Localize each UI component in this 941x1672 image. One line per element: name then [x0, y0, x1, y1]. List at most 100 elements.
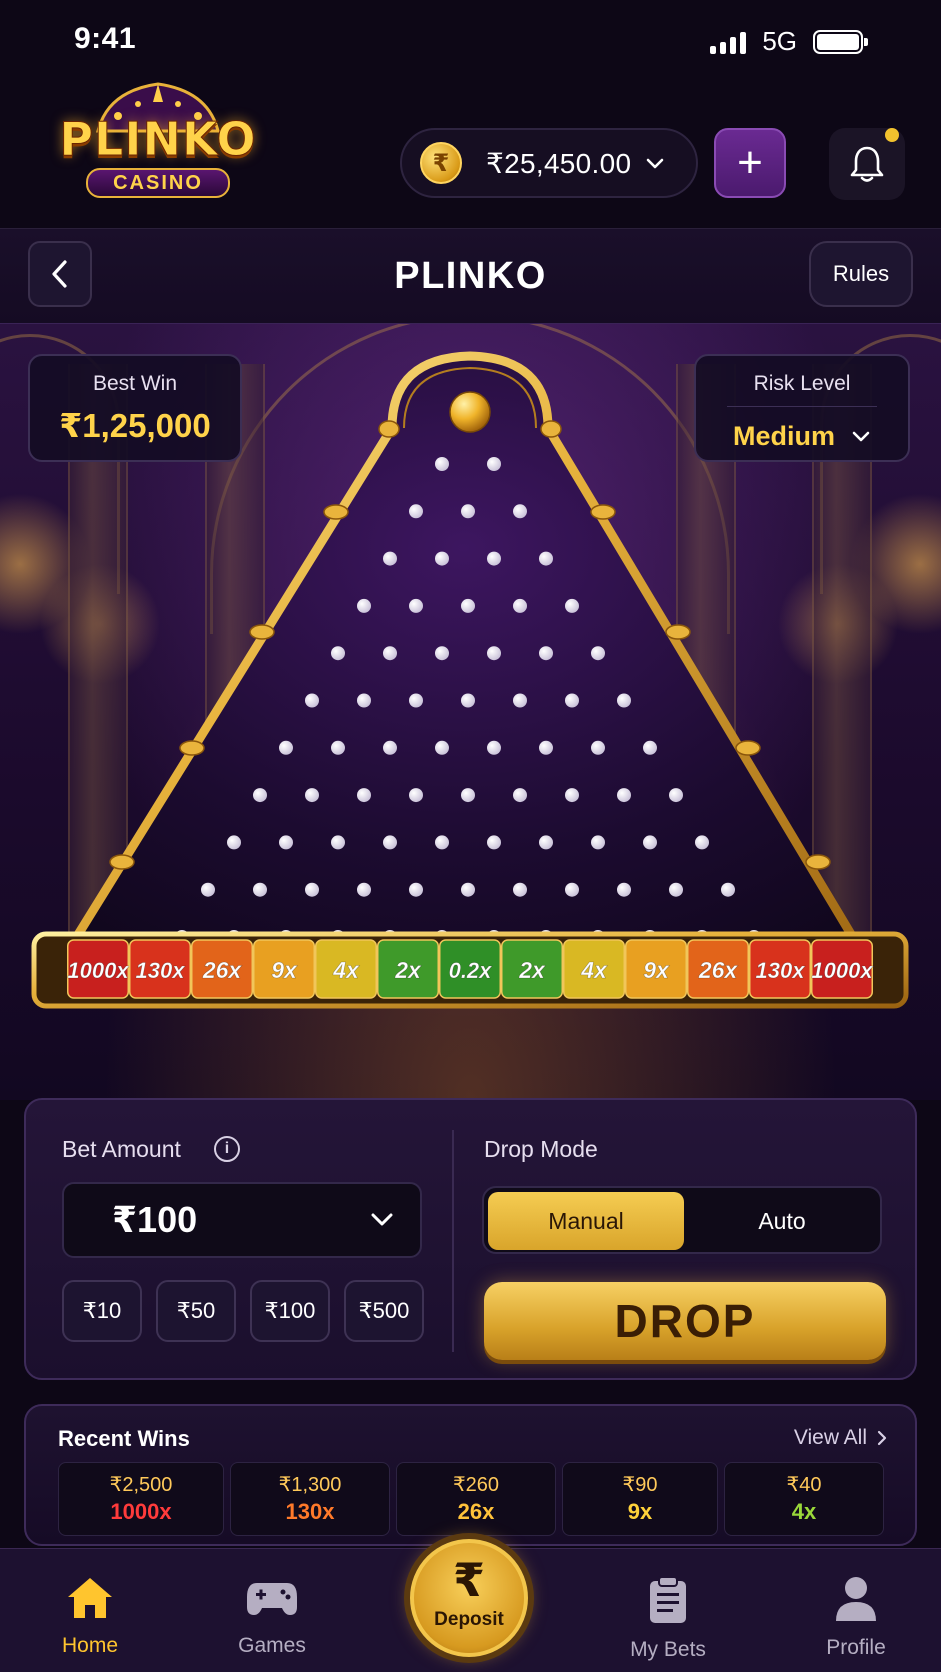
win-amount: ₹90	[622, 1474, 658, 1496]
peg	[617, 882, 631, 897]
slot-multiplier-label: 4x	[580, 957, 608, 983]
multiplier-slot: 9x	[625, 939, 687, 999]
bet-chip-100[interactable]: ₹100	[250, 1280, 330, 1342]
peg	[721, 882, 735, 897]
peg	[461, 882, 475, 897]
gamepad-icon	[247, 1583, 297, 1615]
peg	[331, 835, 345, 850]
win-amount: ₹260	[452, 1474, 500, 1496]
peg	[227, 835, 241, 850]
peg	[201, 882, 215, 897]
peg	[331, 740, 345, 755]
drop-mode-toggle: Manual Auto	[482, 1186, 882, 1254]
logo-title: PLINKO	[59, 112, 257, 167]
home-icon	[68, 1578, 112, 1618]
coin-icon: ₹	[420, 142, 462, 184]
bet-amount-select[interactable]: ₹100	[62, 1182, 422, 1258]
multiplier-slot: 4x	[563, 939, 625, 999]
peg	[565, 598, 579, 613]
recent-wins-panel: Recent Wins View All ₹2,500 1000x ₹1,300…	[24, 1404, 917, 1546]
page-title: PLINKO	[394, 255, 547, 297]
plinko-ball	[449, 391, 491, 433]
peg	[539, 646, 553, 661]
balance-selector[interactable]: ₹ ₹25,450.00	[400, 128, 698, 198]
game-board-area: 1000x 130x 26x 9x 4x 2x 0.2x 2x 4x 9x 26x 130x 1000x…	[0, 324, 941, 1100]
drop-mode-label: Drop Mode	[484, 1136, 598, 1162]
win-amount: ₹1,300	[278, 1474, 342, 1496]
info-icon[interactable]: i	[214, 1136, 240, 1162]
risk-level-label: Risk Level	[753, 372, 851, 395]
peg	[461, 693, 475, 708]
risk-level-text: Medium	[732, 421, 835, 451]
risk-level-selector[interactable]: Risk Level Medium	[694, 354, 910, 462]
recent-win-card: ₹40 4x	[724, 1462, 884, 1536]
plinko-casino-logo: PLINKO CASINO	[48, 72, 268, 212]
slot-multiplier-label: 2x	[394, 957, 422, 983]
peg	[461, 788, 475, 803]
win-multiplier: 4x	[791, 1499, 817, 1524]
nav-games-label: Games	[238, 1634, 306, 1657]
peg	[487, 835, 501, 850]
peg	[253, 882, 267, 897]
bet-panel: Bet Amount i ₹100 ₹10 ₹50 ₹100 ₹500 Drop…	[24, 1098, 917, 1380]
bet-chip-10[interactable]: ₹10	[62, 1280, 142, 1342]
nav-home[interactable]: Home	[30, 1575, 150, 1658]
multiplier-slot: 9x	[253, 939, 315, 999]
slot-multiplier-label: 26x	[698, 957, 739, 983]
mode-auto-button[interactable]: Auto	[684, 1192, 880, 1250]
rules-button[interactable]: Rules	[809, 241, 913, 307]
slot-multiplier-label: 26x	[202, 957, 243, 983]
win-multiplier: 1000x	[110, 1499, 172, 1524]
best-win-card: Best Win ₹1,25,000	[28, 354, 242, 462]
peg	[435, 551, 449, 566]
deposit-button[interactable]: ₹ Deposit	[410, 1539, 528, 1657]
peg	[461, 598, 475, 613]
add-funds-button[interactable]: +	[714, 128, 786, 198]
bet-amount-label: Bet Amount	[62, 1136, 181, 1162]
slot-multiplier-label: 4x	[332, 957, 360, 983]
bet-amount-value: ₹100	[112, 1199, 198, 1240]
mode-manual-button[interactable]: Manual	[488, 1192, 684, 1250]
notifications-button[interactable]	[829, 128, 905, 200]
peg	[513, 598, 527, 613]
nav-my-bets[interactable]: My Bets	[608, 1575, 728, 1662]
chevron-down-icon	[647, 158, 664, 169]
peg	[617, 788, 631, 803]
peg	[279, 740, 293, 755]
notification-dot	[885, 128, 899, 142]
best-win-value: ₹1,25,000	[59, 407, 211, 444]
drop-button[interactable]: DROP	[484, 1282, 886, 1360]
peg	[565, 788, 579, 803]
chevron-down-icon	[371, 1213, 393, 1226]
recent-win-card: ₹90 9x	[562, 1462, 718, 1536]
panel-divider	[452, 1130, 454, 1352]
peg	[513, 504, 527, 519]
peg	[357, 598, 371, 613]
bet-chip-500[interactable]: ₹500	[344, 1280, 424, 1342]
title-bar: PLINKO Rules	[0, 228, 941, 324]
logo-subtitle: CASINO	[86, 168, 230, 198]
win-multiplier: 130x	[285, 1499, 335, 1524]
peg	[357, 788, 371, 803]
clipboard-icon	[650, 1576, 686, 1623]
peg	[487, 551, 501, 566]
best-win-label: Best Win	[92, 372, 178, 395]
peg	[669, 788, 683, 803]
recent-wins-title: Recent Wins	[58, 1426, 190, 1451]
rupee-icon: ₹	[452, 1554, 485, 1606]
multiplier-slot: 2x	[377, 939, 439, 999]
balance-amount: ₹25,450.00	[486, 147, 632, 179]
peg	[357, 882, 371, 897]
nav-profile-label: Profile	[826, 1636, 886, 1659]
peg	[487, 457, 501, 471]
nav-profile[interactable]: Profile	[796, 1575, 916, 1660]
peg	[643, 835, 657, 850]
peg	[383, 740, 397, 755]
slot-multiplier-label: 2x	[518, 957, 546, 983]
peg	[383, 551, 397, 566]
view-all-link[interactable]: View All	[794, 1426, 887, 1450]
bet-chip-50[interactable]: ₹50	[156, 1280, 236, 1342]
deposit-label: Deposit	[434, 1609, 504, 1630]
peg	[669, 882, 683, 897]
nav-games[interactable]: Games	[212, 1575, 332, 1658]
